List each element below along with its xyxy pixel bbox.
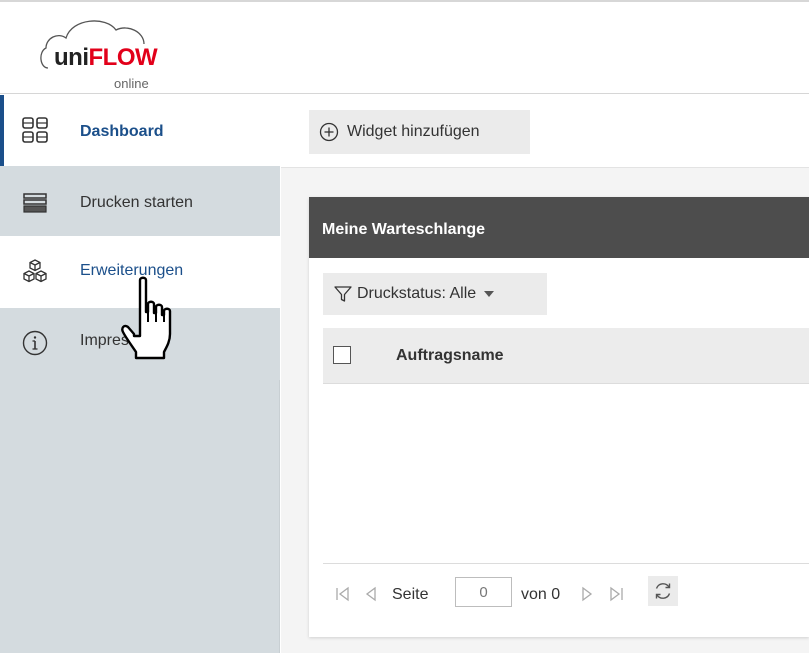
add-widget-label: Widget hinzufügen [347,123,480,140]
filter-label: Druckstatus: Alle [357,285,477,302]
select-all-checkbox[interactable] [333,346,351,364]
last-page-icon[interactable] [608,586,624,602]
add-widget-button[interactable]: Widget hinzufügen [309,110,530,154]
table-header: Auftragsname [323,328,809,384]
queue-widget-title: Meine Warteschlange [322,221,486,238]
main-content: Widget hinzufügen Meine Warteschlange Dr… [281,95,809,653]
refresh-icon [655,583,671,599]
logo-subtitle: online [114,76,149,91]
hand-pointer-cursor-icon [121,276,172,360]
sidebar-item-label: Dashboard [80,123,164,140]
sidebar-item-drucken-starten[interactable]: Drucken starten [0,166,280,236]
chevron-down-icon [484,291,495,297]
sidebar-item-label: Drucken starten [80,194,193,211]
page-total-label: von 0 [521,586,561,603]
pager: Seite von 0 [323,563,809,627]
dashboard-toolbar: Widget hinzufügen [281,95,809,168]
logo-wordmark: uniFLOW [54,44,158,71]
next-page-icon[interactable] [579,586,595,602]
queue-widget: Meine Warteschlange Druckstatus: Alle Au… [309,197,809,637]
app-header: uniFLOW online [0,2,809,94]
page-number-input[interactable] [455,577,512,607]
filter-icon [334,286,352,302]
info-icon [22,330,48,356]
page-label: Seite [392,586,429,603]
sidebar-item-dashboard[interactable]: Dashboard [0,95,280,166]
column-header-job-name[interactable]: Auftragsname [396,347,504,365]
uniflow-logo[interactable]: uniFLOW online [36,10,176,92]
first-page-icon[interactable] [335,586,351,602]
printer-tray-icon [23,193,47,213]
dashboard-icon [22,117,48,143]
cubes-icon [23,259,47,283]
previous-page-icon[interactable] [363,586,379,602]
plus-circle-icon [319,122,339,142]
refresh-button[interactable] [648,576,678,606]
sidebar: Dashboard Drucken starten Erweiterungen [0,95,280,653]
print-status-filter[interactable]: Druckstatus: Alle [323,273,547,315]
queue-widget-header: Meine Warteschlange [309,197,809,258]
